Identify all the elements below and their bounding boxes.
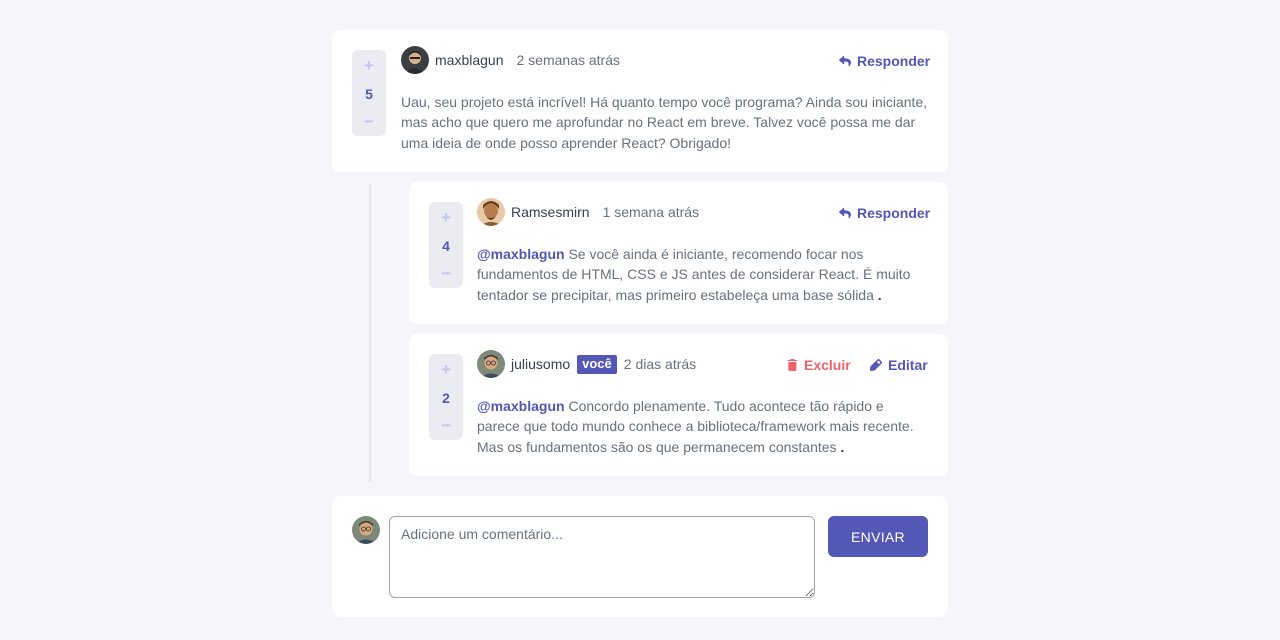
timestamp: 2 dias atrás xyxy=(623,356,697,372)
reply-label: Responder xyxy=(857,53,931,69)
timestamp: 1 semana atrás xyxy=(602,204,700,220)
reply-button[interactable]: Responder xyxy=(839,205,930,221)
reply-thread-line xyxy=(369,184,371,482)
comment-header: juliusomo você 2 dias atrás xyxy=(477,350,696,378)
avatar xyxy=(352,516,380,544)
comment-trailing: . xyxy=(836,438,845,455)
comment-text: @maxblagun Concordo plenamente. Tudo aco… xyxy=(477,396,922,457)
timestamp: 2 semanas atrás xyxy=(516,52,621,68)
downvote-button[interactable]: − xyxy=(441,264,451,284)
vote-score: 2 xyxy=(442,390,450,406)
vote-counter: + 5 − xyxy=(352,50,386,136)
reply-button[interactable]: Responder xyxy=(839,53,930,69)
send-button[interactable]: ENVIAR xyxy=(828,516,928,557)
upvote-button[interactable]: + xyxy=(364,56,374,76)
comment-header: Ramsesmirn 1 semana atrás xyxy=(477,198,699,226)
edit-label: Editar xyxy=(888,357,928,373)
username[interactable]: juliusomo xyxy=(511,356,570,372)
comment-trailing: . xyxy=(873,286,882,303)
delete-label: Excluir xyxy=(804,357,851,373)
reply-icon xyxy=(839,207,851,218)
reply-card: + 2 − juliusomo você 2 dias atrás Exclui… xyxy=(409,334,948,476)
pencil-icon xyxy=(870,359,882,371)
mention-link[interactable]: @maxblagun xyxy=(477,246,565,262)
downvote-button[interactable]: − xyxy=(441,416,451,436)
you-badge: você xyxy=(577,354,617,374)
avatar xyxy=(477,350,505,378)
downvote-button[interactable]: − xyxy=(364,112,374,132)
vote-counter: + 4 − xyxy=(429,202,463,288)
vote-score: 4 xyxy=(442,238,450,254)
vote-counter: + 2 − xyxy=(429,354,463,440)
upvote-button[interactable]: + xyxy=(441,360,451,380)
avatar xyxy=(477,198,505,226)
vote-score: 5 xyxy=(365,86,373,102)
comment-input[interactable] xyxy=(389,516,815,598)
comment-card: + 5 − maxblagun 2 semanas atrás Responde… xyxy=(332,30,948,172)
mention-link[interactable]: @maxblagun xyxy=(477,398,565,414)
comment-header: maxblagun 2 semanas atrás xyxy=(401,46,620,74)
username[interactable]: maxblagun xyxy=(435,52,504,68)
reply-icon xyxy=(839,55,851,66)
reply-label: Responder xyxy=(857,205,931,221)
trash-icon xyxy=(787,359,798,371)
username[interactable]: Ramsesmirn xyxy=(511,204,590,220)
reply-card: + 4 − Ramsesmirn 1 semana atrás Responde… xyxy=(409,182,948,324)
delete-button[interactable]: Excluir xyxy=(787,357,851,373)
avatar xyxy=(401,46,429,74)
comment-text: @maxblagun Se você ainda é iniciante, re… xyxy=(477,244,937,305)
upvote-button[interactable]: + xyxy=(441,208,451,228)
edit-button[interactable]: Editar xyxy=(870,357,928,373)
comment-text: Uau, seu projeto está incrível! Há quant… xyxy=(401,94,928,151)
